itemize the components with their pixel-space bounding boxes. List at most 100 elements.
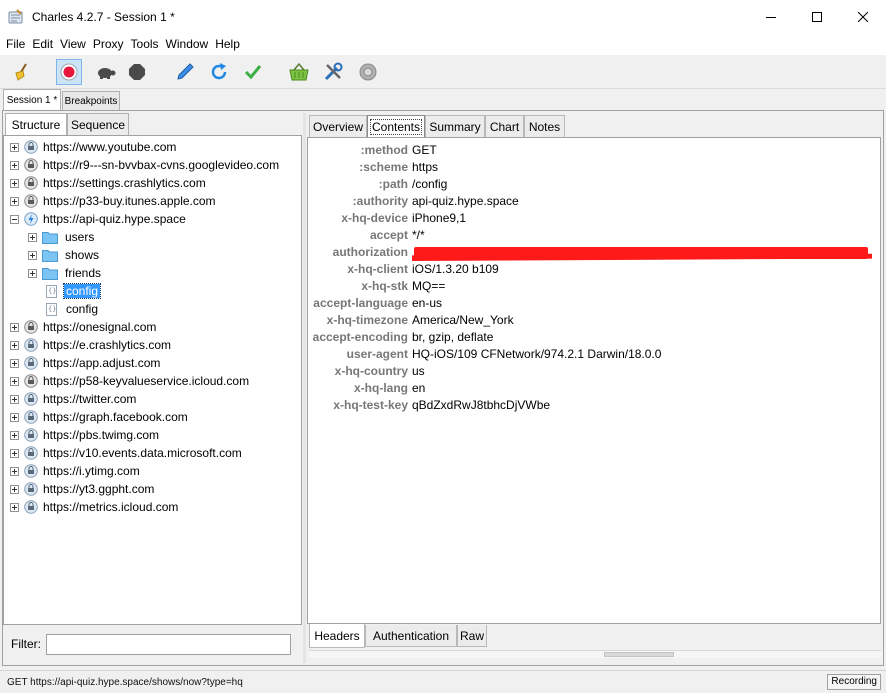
tree-host-row[interactable]: https://pbs.twimg.com — [10, 426, 159, 444]
expand-icon[interactable] — [28, 232, 37, 242]
tree-folder-shows[interactable]: shows — [28, 246, 99, 264]
menu-window[interactable]: Window — [162, 33, 212, 55]
header-value: us — [412, 364, 425, 378]
tab-contents[interactable]: Contents — [367, 115, 425, 137]
expand-icon[interactable] — [28, 250, 37, 260]
menu-view[interactable]: View — [56, 33, 89, 55]
throttle-button[interactable] — [92, 59, 118, 85]
menu-edit[interactable]: Edit — [28, 33, 56, 55]
tools-button[interactable] — [320, 59, 346, 85]
expand-icon[interactable] — [10, 466, 19, 476]
expand-icon[interactable] — [10, 160, 19, 170]
expand-icon[interactable] — [10, 376, 19, 386]
compose-button[interactable] — [172, 59, 198, 85]
tree-host-row[interactable]: https://app.adjust.com — [10, 354, 160, 372]
tree-host-row[interactable]: https://twitter.com — [10, 390, 136, 408]
tree-host-row[interactable]: https://e.crashlytics.com — [10, 336, 171, 354]
tree-label: config — [62, 283, 102, 299]
header-row[interactable]: :method GET — [308, 142, 880, 159]
tree-host-row[interactable]: https://p58-keyvalueservice.icloud.com — [10, 372, 249, 390]
tab-overview[interactable]: Overview — [309, 115, 367, 137]
expand-icon[interactable] — [10, 322, 19, 332]
record-button[interactable] — [56, 59, 82, 85]
folder-icon — [42, 231, 58, 244]
expand-icon[interactable] — [10, 430, 19, 440]
menu-tools[interactable]: Tools — [127, 33, 162, 55]
tree-file-config[interactable]: config — [46, 300, 98, 318]
header-row[interactable]: :scheme https — [308, 159, 880, 176]
expand-icon[interactable] — [10, 412, 19, 422]
header-key: x-hq-timezone — [326, 313, 408, 327]
header-row-authorization[interactable]: authorization — [308, 244, 880, 261]
expand-icon[interactable] — [10, 484, 19, 494]
tree-host-row[interactable]: https://r9---sn-bvvbax-cvns.googlevideo.… — [10, 156, 279, 174]
tree-host-row[interactable]: https://i.ytimg.com — [10, 462, 140, 480]
globe-lock-icon — [24, 140, 38, 154]
tab-notes[interactable]: Notes — [524, 115, 565, 137]
tab-headers[interactable]: Headers — [309, 624, 365, 648]
pane-splitter[interactable] — [303, 113, 306, 663]
scrollbar-thumb[interactable] — [604, 652, 674, 657]
header-row[interactable]: user-agent HQ-iOS/109 CFNetwork/974.2.1 D… — [308, 346, 880, 363]
header-row[interactable]: :authority api-quiz.hype.space — [308, 193, 880, 210]
tree-host-row[interactable]: https://yt3.ggpht.com — [10, 480, 154, 498]
collapse-icon[interactable] — [10, 214, 19, 224]
tab-session-1[interactable]: Session 1 * — [3, 89, 61, 111]
menu-proxy[interactable]: Proxy — [89, 33, 127, 55]
tab-raw[interactable]: Raw — [457, 625, 487, 647]
repeat-button[interactable] — [206, 59, 232, 85]
recording-status-badge[interactable]: Recording — [827, 674, 881, 690]
tree-host-row[interactable]: https://graph.facebook.com — [10, 408, 188, 426]
expand-icon[interactable] — [10, 196, 19, 206]
tree-label: https://metrics.icloud.com — [43, 500, 179, 514]
header-key: x-hq-test-key — [333, 398, 408, 412]
tree-host-row[interactable]: https://v10.events.data.microsoft.com — [10, 444, 242, 462]
tree-folder-users[interactable]: users — [28, 228, 94, 246]
menu-help[interactable]: Help — [211, 33, 243, 55]
validate-button[interactable] — [240, 59, 266, 85]
header-row[interactable]: x-hq-timezone America/New_York — [308, 312, 880, 329]
filter-input[interactable] — [46, 633, 291, 655]
expand-icon[interactable] — [10, 142, 19, 152]
expand-icon[interactable] — [10, 340, 19, 350]
minimize-button[interactable] — [748, 0, 794, 33]
header-row[interactable]: accept-language en-us — [308, 295, 880, 312]
tree-host-row[interactable]: https://metrics.icloud.com — [10, 498, 178, 516]
tree-host-row[interactable]: https://p33-buy.itunes.apple.com — [10, 192, 216, 210]
settings-button[interactable] — [355, 59, 381, 85]
tab-structure[interactable]: Structure — [5, 113, 67, 135]
tab-authentication[interactable]: Authentication — [365, 625, 457, 647]
header-row[interactable]: x-hq-device iPhone9,1 — [308, 210, 880, 227]
expand-icon[interactable] — [10, 178, 19, 188]
tab-sequence[interactable]: Sequence — [67, 113, 129, 135]
horizontal-scrollbar[interactable] — [309, 650, 881, 658]
maximize-button[interactable] — [794, 0, 840, 33]
expand-icon[interactable] — [28, 268, 37, 278]
tab-breakpoints[interactable]: Breakpoints — [62, 91, 120, 111]
header-row[interactable]: x-hq-lang en — [308, 380, 880, 397]
expand-icon[interactable] — [10, 448, 19, 458]
tree-host-row[interactable]: https://onesignal.com — [10, 318, 156, 336]
header-row[interactable]: x-hq-test-key qBdZxdRwJ8tbhcDjVWbe — [308, 397, 880, 414]
header-row[interactable]: x-hq-client iOS/1.3.20 b109 — [308, 261, 880, 278]
tab-chart[interactable]: Chart — [485, 115, 524, 137]
shopping-basket-button[interactable] — [286, 59, 312, 85]
expand-icon[interactable] — [10, 502, 19, 512]
tree-host-row-expanded[interactable]: https://api-quiz.hype.space — [10, 210, 186, 228]
header-row[interactable]: x-hq-stk MQ== — [308, 278, 880, 295]
tree-host-row[interactable]: https://settings.crashlytics.com — [10, 174, 206, 192]
expand-icon[interactable] — [10, 394, 19, 404]
menu-file[interactable]: File — [0, 33, 28, 55]
tab-summary[interactable]: Summary — [425, 115, 485, 137]
tree-folder-friends[interactable]: friends — [28, 264, 101, 282]
breakpoints-button[interactable] — [124, 59, 150, 85]
clear-session-button[interactable] — [10, 59, 36, 85]
expand-icon[interactable] — [10, 358, 19, 368]
header-row[interactable]: x-hq-country us — [308, 363, 880, 380]
tree-host-row[interactable]: https://www.youtube.com — [10, 138, 176, 156]
header-row[interactable]: :path/config — [308, 176, 880, 193]
close-button[interactable] — [840, 0, 886, 33]
tree-file-config-selected[interactable]: config — [46, 282, 102, 300]
header-row[interactable]: accept */* — [308, 227, 880, 244]
header-row[interactable]: accept-encoding br, gzip, deflate — [308, 329, 880, 346]
